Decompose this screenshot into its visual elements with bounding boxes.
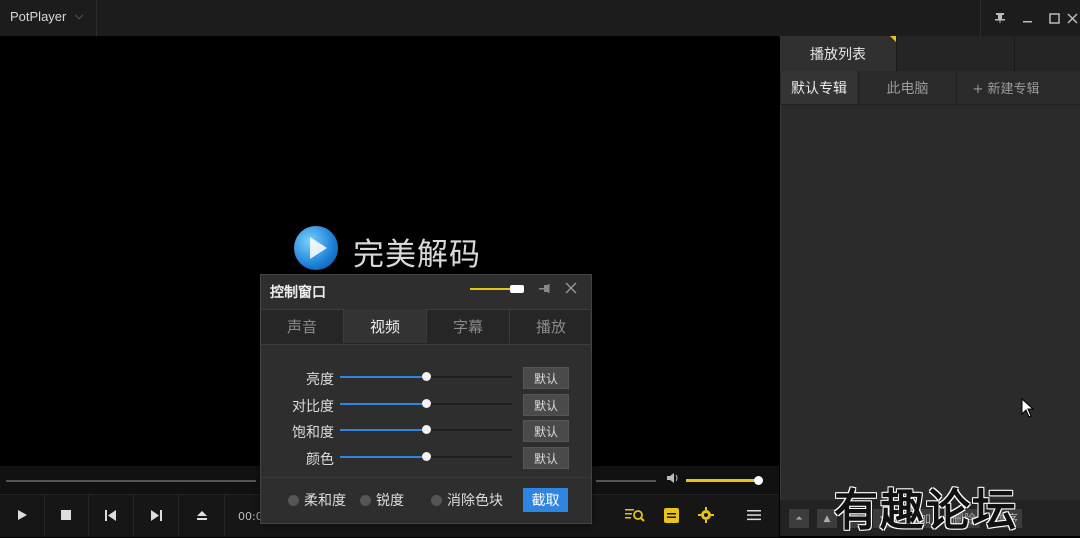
- watermark: 有趣论坛: [834, 485, 1018, 536]
- option-deblock[interactable]: 消除色块: [431, 491, 503, 509]
- album-tab-this-pc[interactable]: 此电脑: [858, 71, 957, 104]
- minimize-icon[interactable]: [1015, 0, 1039, 36]
- option-label: 消除色块: [447, 493, 503, 509]
- capture-button[interactable]: 截取: [523, 488, 568, 512]
- close-icon[interactable]: [565, 279, 577, 298]
- album-tab-default[interactable]: 默认专辑: [781, 71, 857, 104]
- divider: [1014, 36, 1015, 71]
- search-subtitle-icon[interactable]: [625, 505, 645, 525]
- tab-video[interactable]: 视频: [344, 309, 427, 343]
- brightness-default-button[interactable]: 默认: [523, 367, 569, 389]
- saturation-slider-knob[interactable]: [422, 425, 431, 434]
- tab-audio[interactable]: 声音: [261, 309, 344, 343]
- volume-slider-knob[interactable]: [754, 476, 763, 485]
- time-display: 00:0: [238, 510, 263, 523]
- brightness-label: 亮度: [306, 372, 334, 388]
- volume-icon[interactable]: [666, 472, 680, 487]
- play-button[interactable]: [0, 494, 45, 536]
- divider: [96, 0, 97, 36]
- eject-button[interactable]: [180, 494, 225, 536]
- hue-default-button[interactable]: 默认: [523, 447, 569, 469]
- volume-slider[interactable]: [686, 479, 759, 482]
- opacity-slider[interactable]: [470, 288, 514, 290]
- brightness-slider-fill: [340, 376, 426, 378]
- contrast-default-button[interactable]: 默认: [523, 394, 569, 416]
- tab-subtitle[interactable]: 字幕: [427, 309, 510, 343]
- saturation-slider-fill: [340, 429, 426, 431]
- move-top-icon[interactable]: ⏶: [789, 509, 809, 528]
- option-label: 柔和度: [304, 493, 346, 509]
- subtitle-icon[interactable]: [661, 505, 681, 525]
- pin-icon[interactable]: [988, 0, 1012, 36]
- divider: [896, 36, 897, 71]
- stop-button[interactable]: [44, 494, 89, 536]
- control-window-title: 控制窗口: [270, 285, 326, 301]
- hue-label: 颜色: [306, 452, 334, 468]
- brightness-slider-knob[interactable]: [422, 372, 431, 381]
- contrast-label: 对比度: [292, 399, 334, 415]
- option-softness[interactable]: 柔和度: [288, 491, 346, 509]
- saturation-label: 饱和度: [292, 425, 334, 441]
- title-bar: [0, 0, 1080, 37]
- tab-playlist[interactable]: 播放列表: [780, 36, 896, 71]
- next-button[interactable]: [134, 494, 179, 536]
- seek-track[interactable]: [596, 480, 656, 482]
- hue-slider-fill: [340, 456, 426, 458]
- opacity-slider-knob[interactable]: [510, 285, 524, 293]
- decoder-logo-icon: [294, 226, 338, 270]
- chevron-down-icon[interactable]: ⌵: [75, 9, 83, 23]
- decoder-logo-text: 完美解码: [353, 237, 481, 273]
- new-album-button[interactable]: + 新建专辑: [956, 71, 1056, 104]
- playlist-panel: [780, 36, 1080, 500]
- pin-icon[interactable]: [538, 282, 551, 299]
- saturation-default-button[interactable]: 默认: [523, 420, 569, 442]
- contrast-slider-knob[interactable]: [422, 399, 431, 408]
- radio-icon[interactable]: [360, 494, 371, 506]
- radio-icon[interactable]: [288, 494, 299, 506]
- contrast-slider-fill: [340, 403, 426, 405]
- close-icon[interactable]: [1060, 0, 1080, 36]
- option-sharpness[interactable]: 锐度: [360, 491, 404, 509]
- gear-icon[interactable]: [696, 505, 716, 525]
- hue-slider-knob[interactable]: [422, 452, 431, 461]
- previous-button[interactable]: [89, 494, 134, 536]
- radio-icon[interactable]: [431, 494, 442, 506]
- divider: [261, 477, 590, 478]
- tab-playback[interactable]: 播放: [510, 309, 592, 343]
- option-label: 锐度: [376, 493, 404, 509]
- divider: [980, 0, 981, 36]
- app-title-menu[interactable]: PotPlayer: [10, 9, 66, 24]
- seek-track[interactable]: [6, 480, 256, 482]
- menu-icon[interactable]: [744, 505, 764, 525]
